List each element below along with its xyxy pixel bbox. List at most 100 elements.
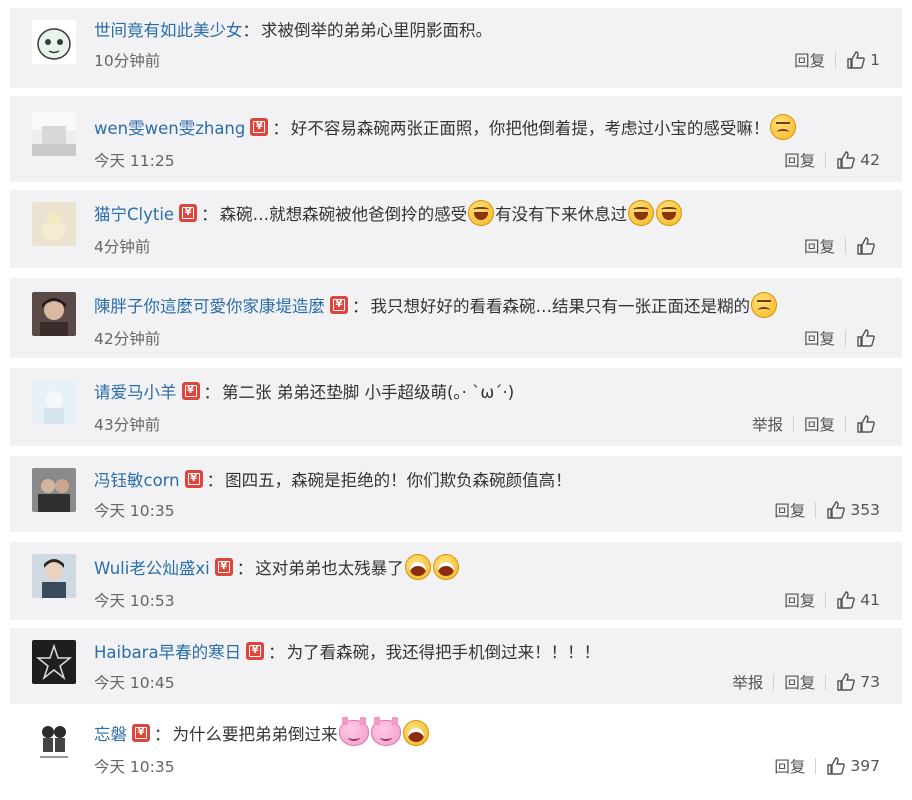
username-link[interactable]: Haibara早春的寒日 xyxy=(94,639,241,663)
like-count: 73 xyxy=(860,673,880,691)
comment-text: 为了看森碗，我还得把手机倒过来！！！！ xyxy=(286,643,601,662)
comment-line: 陳胖子你這麼可愛你家康堤造麼 ： 我只想好好的看看森碗…结果只有一张正面还是糊的 xyxy=(94,290,778,320)
divider xyxy=(815,758,817,774)
comment-text: 第二张 弟弟还垫脚 小手超级萌(。· ˋω´·) xyxy=(222,383,515,402)
like-button[interactable]: 353 xyxy=(826,500,880,520)
comment-line: 忘磐 ： 为什么要把弟弟倒过来 xyxy=(94,717,430,748)
comment-actions: 回复 353 xyxy=(774,498,880,522)
thumbs-up-icon xyxy=(857,415,875,433)
comment-line: 请爱马小羊 ： 第二张 弟弟还垫脚 小手超级萌(。· ˋω´·) xyxy=(94,376,514,406)
thumbs-up-icon xyxy=(837,673,856,691)
timestamp: 今天 10:35 xyxy=(94,502,175,520)
like-button[interactable]: 73 xyxy=(836,672,880,692)
comment-item: 请爱马小羊 ： 第二张 弟弟还垫脚 小手超级萌(。· ˋω´·) 43分钟前 举… xyxy=(10,368,902,446)
thumbs-up-icon xyxy=(857,329,875,347)
avatar[interactable] xyxy=(32,640,76,684)
comment-actions: 回复 42 xyxy=(784,148,880,172)
reply-button[interactable]: 回复 xyxy=(784,671,815,693)
avatar[interactable] xyxy=(32,554,76,598)
username-link[interactable]: 冯钰敏corn xyxy=(94,467,180,491)
like-button[interactable]: 41 xyxy=(836,590,880,610)
comment-item: 猫宁Clytie ： 森碗…就想森碗被他爸倒拎的感受 有没有下来休息过 4分钟前… xyxy=(10,190,902,268)
colon: ： xyxy=(242,21,260,40)
avatar[interactable] xyxy=(32,202,76,246)
username-link[interactable]: Wuli老公灿盛xi xyxy=(94,555,210,579)
sob-emoji-icon xyxy=(751,292,777,318)
comment-line: 冯钰敏corn ： 图四五，森碗是拒绝的！你们欺负森碗颜值高！ xyxy=(94,464,572,494)
like-count: 42 xyxy=(860,151,880,169)
like-button[interactable] xyxy=(856,328,880,348)
reply-button[interactable]: 回复 xyxy=(804,413,835,435)
reply-button[interactable]: 回复 xyxy=(794,49,825,71)
reply-button[interactable]: 回复 xyxy=(774,499,805,521)
comment-item: Wuli老公灿盛xi ： 这对弟弟也太残暴了 今天 10:53 回复 41 xyxy=(10,542,902,620)
timestamp: 10分钟前 xyxy=(94,52,161,70)
username-link[interactable]: 世间竟有如此美少女 xyxy=(94,17,243,41)
like-count: 41 xyxy=(860,591,880,609)
colon: ： xyxy=(272,119,289,138)
comment-line: Haibara早春的寒日 ： 为了看森碗，我还得把手机倒过来！！！！ xyxy=(94,636,600,666)
comment-item: Haibara早春的寒日 ： 为了看森碗，我还得把手机倒过来！！！！ 今天 10… xyxy=(10,628,902,704)
like-button[interactable] xyxy=(856,414,880,434)
comment-item: 冯钰敏corn ： 图四五，森碗是拒绝的！你们欺负森碗颜值高！ 今天 10:35… xyxy=(10,456,902,532)
colon: ： xyxy=(154,725,171,744)
username-link[interactable]: 请爱马小羊 xyxy=(94,379,177,403)
timestamp: 42分钟前 xyxy=(94,330,161,348)
comment-text: 森碗…就想森碗被他爸倒拎的感受 xyxy=(219,205,468,224)
username-link[interactable]: wen雯wen雯zhang xyxy=(94,115,245,139)
divider xyxy=(815,502,817,518)
comment-item: wen雯wen雯zhang ： 好不容易森碗两张正面照，你把他倒着提，考虑过小宝… xyxy=(10,96,902,182)
avatar[interactable] xyxy=(32,292,76,336)
reply-button[interactable]: 回复 xyxy=(804,235,835,257)
report-button[interactable]: 举报 xyxy=(752,413,783,435)
colon: ： xyxy=(206,471,224,490)
laugh-cry-emoji-icon xyxy=(656,200,683,226)
reply-button[interactable]: 回复 xyxy=(774,755,805,777)
like-button[interactable]: 1 xyxy=(846,50,880,70)
thinking-emoji-icon xyxy=(770,114,797,140)
comment-item: 忘磐 ： 为什么要把弟弟倒过来 今天 10:35 回复 397 xyxy=(10,708,902,792)
username-link[interactable]: 忘磐 xyxy=(94,721,127,745)
timestamp: 今天 10:35 xyxy=(94,758,175,776)
avatar[interactable] xyxy=(32,112,76,156)
pig-emoji-icon xyxy=(338,717,369,746)
pig-emoji-icon xyxy=(370,717,401,746)
comment-actions: 回复 xyxy=(804,234,880,258)
divider xyxy=(773,674,775,690)
vip-badge-icon xyxy=(214,558,233,576)
colon: ： xyxy=(201,205,218,224)
like-count: 353 xyxy=(850,501,880,519)
avatar[interactable] xyxy=(32,718,76,762)
timestamp: 今天 10:45 xyxy=(94,674,175,692)
report-button[interactable]: 举报 xyxy=(732,671,763,693)
like-button[interactable]: 42 xyxy=(836,150,880,170)
thumbs-up-icon xyxy=(837,151,856,169)
vip-badge-icon xyxy=(184,470,203,488)
reply-button[interactable]: 回复 xyxy=(804,327,835,349)
divider xyxy=(845,330,846,346)
timestamp: 今天 11:25 xyxy=(94,152,175,170)
vip-badge-icon xyxy=(132,724,150,742)
vip-badge-icon xyxy=(179,204,198,222)
avatar[interactable] xyxy=(32,468,76,512)
avatar[interactable] xyxy=(32,380,76,424)
username-link[interactable]: 陳胖子你這麼可愛你家康堤造麼 xyxy=(94,293,325,317)
comment-text: 我只想好好的看看森碗…结果只有一张正面还是糊的 xyxy=(370,297,751,316)
username-link[interactable]: 猫宁Clytie xyxy=(94,201,174,225)
reply-button[interactable]: 回复 xyxy=(784,149,815,171)
divider xyxy=(792,416,794,432)
timestamp: 今天 10:53 xyxy=(94,592,175,610)
like-button[interactable] xyxy=(856,236,880,256)
grin-emoji-icon xyxy=(432,554,459,580)
comment-line: 世间竟有如此美少女 ： 求被倒举的弟弟心里阴影面积。 xyxy=(94,14,492,44)
comment-text: 这对弟弟也太残暴了 xyxy=(255,559,404,578)
comment-item: 陳胖子你這麼可愛你家康堤造麼 ： 我只想好好的看看森碗…结果只有一张正面还是糊的… xyxy=(10,278,902,358)
timestamp: 43分钟前 xyxy=(94,416,161,434)
colon: ： xyxy=(236,559,254,578)
divider xyxy=(845,238,846,254)
reply-button[interactable]: 回复 xyxy=(784,589,815,611)
thumbs-up-icon xyxy=(847,51,865,69)
divider xyxy=(845,416,846,432)
avatar[interactable] xyxy=(32,20,76,64)
like-button[interactable]: 397 xyxy=(826,756,880,776)
